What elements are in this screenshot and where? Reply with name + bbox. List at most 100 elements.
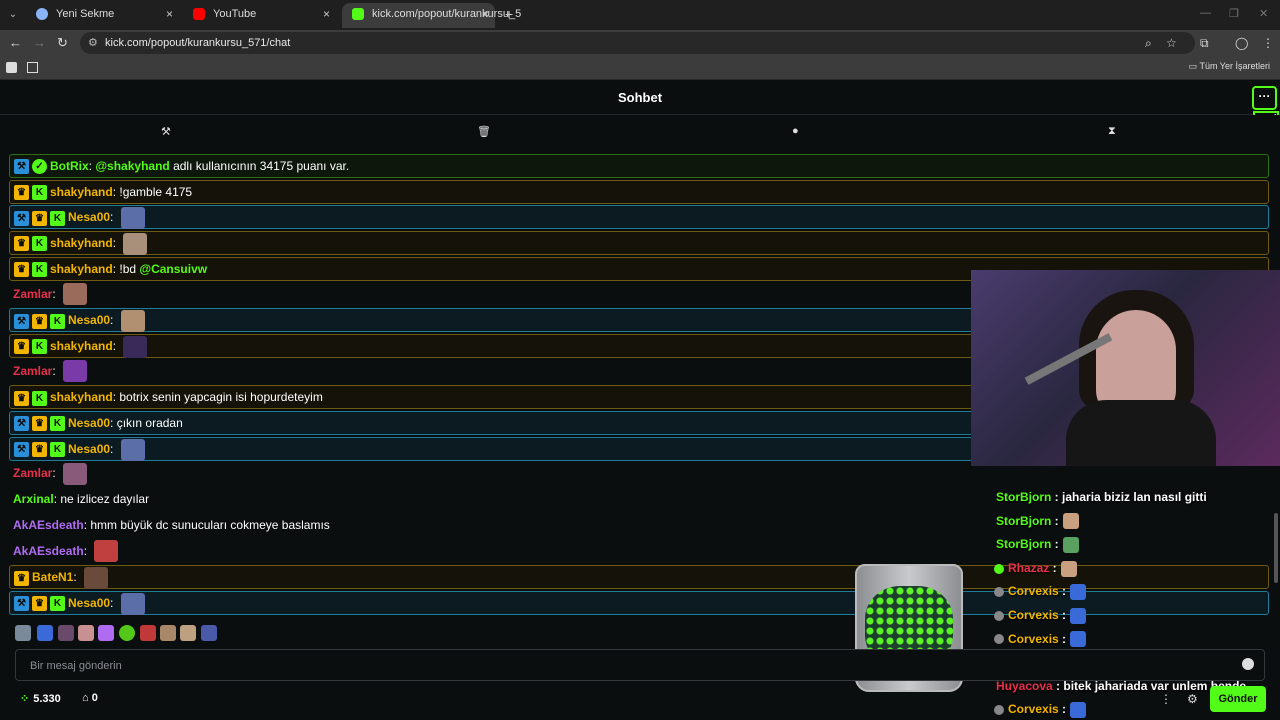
chat-emote[interactable] (120, 592, 145, 615)
chat-mention[interactable]: @shakyhand (95, 159, 169, 173)
chat-emote[interactable] (123, 335, 148, 358)
more-options-button[interactable]: ··· (1252, 86, 1277, 110)
chat-username[interactable]: Arxinal (13, 492, 54, 506)
vip-crown-icon[interactable]: ♛ (32, 442, 47, 458)
minimize-icon[interactable]: — (1200, 7, 1211, 19)
moderator-badge-icon[interactable]: ⚒ (14, 210, 29, 226)
kick-og-badge-icon[interactable]: K (50, 442, 65, 458)
emote-button[interactable] (37, 625, 53, 641)
kick-og-badge-icon[interactable]: K (32, 185, 47, 201)
chat-bubble-icon[interactable]: ● (792, 125, 799, 137)
message-input[interactable] (30, 657, 1220, 675)
moderator-badge-icon[interactable]: ⚒ (14, 596, 29, 612)
vip-crown-icon[interactable]: ♛ (32, 596, 47, 612)
hammer-icon[interactable]: ⚒ (161, 125, 171, 138)
chat-scrollbar[interactable] (1274, 148, 1278, 618)
chat-username[interactable]: Zamlar (13, 287, 52, 301)
emote-button[interactable] (15, 625, 31, 641)
moderator-badge-icon[interactable]: ⚒ (14, 416, 29, 432)
hourglass-icon[interactable]: ⧗ (1108, 125, 1116, 138)
emote-button[interactable] (58, 625, 74, 641)
channel-points[interactable]: ⁘ 5.330 (20, 692, 61, 705)
verified-bot-icon[interactable]: ✓ (32, 159, 47, 175)
apps-grid-icon[interactable] (27, 62, 38, 73)
chat-emote[interactable] (63, 283, 88, 306)
page-icon[interactable] (6, 62, 17, 73)
chat-username[interactable]: Nesa00 (68, 442, 110, 456)
reload-icon[interactable]: ↻ (57, 35, 68, 51)
emote-button[interactable] (160, 625, 176, 641)
moderator-badge-icon[interactable]: ⚒ (14, 313, 29, 329)
vip-crown-icon[interactable]: ♛ (14, 390, 29, 406)
kebab-menu-icon[interactable]: ⋮ (1160, 692, 1172, 706)
kick-og-badge-icon[interactable]: K (50, 210, 65, 226)
chat-username[interactable]: shakyhand (50, 185, 113, 199)
moderator-badge-icon[interactable]: ⚒ (14, 442, 29, 458)
trash-icon[interactable]: 🗑 (477, 125, 491, 138)
kick-og-badge-icon[interactable]: K (50, 416, 65, 432)
store-button[interactable]: ⌂ 0 (82, 692, 98, 704)
chat-username[interactable]: BotRix (50, 159, 89, 173)
vip-crown-icon[interactable]: ♛ (14, 236, 29, 252)
restore-icon[interactable]: ❐ (1229, 7, 1239, 20)
forward-icon[interactable]: → (33, 35, 46, 50)
vip-crown-icon[interactable]: ♛ (14, 570, 29, 586)
chat-emote[interactable] (84, 567, 109, 590)
chat-emote[interactable] (120, 438, 145, 461)
close-icon[interactable]: × (323, 3, 330, 25)
bookmark-star-icon[interactable]: ☆ (1166, 36, 1177, 50)
send-button[interactable]: Gönder (1210, 686, 1266, 712)
chat-username[interactable]: Nesa00 (68, 596, 110, 610)
kick-og-badge-icon[interactable]: K (50, 596, 65, 612)
vip-crown-icon[interactable]: ♛ (32, 313, 47, 329)
emote-button[interactable] (140, 625, 156, 641)
emote-button[interactable] (201, 625, 217, 641)
close-icon[interactable]: × (166, 3, 173, 25)
chat-emote[interactable] (123, 232, 148, 255)
chat-emote[interactable] (120, 207, 145, 230)
zoom-icon[interactable]: ⌕ (1145, 36, 1152, 51)
chat-emote[interactable] (120, 310, 145, 333)
chat-username[interactable]: Zamlar (13, 364, 52, 378)
profile-icon[interactable]: ◯ (1235, 36, 1248, 50)
chat-username[interactable]: AkAEsdeath (13, 544, 84, 558)
chat-mention[interactable]: @Cansuivw (139, 262, 207, 276)
chat-username[interactable]: Nesa00 (68, 210, 110, 224)
kick-og-badge-icon[interactable]: K (32, 339, 47, 355)
chat-emote[interactable] (94, 540, 119, 563)
tab-new-tab[interactable]: Yeni Sekme × (26, 3, 179, 28)
url-bar[interactable]: ⚙ kick.com/popout/kurankursu_571/chat (80, 32, 1195, 54)
vip-crown-icon[interactable]: ♛ (14, 185, 29, 201)
settings-gear-icon[interactable]: ⚙ (1187, 692, 1198, 706)
tab-kick-chat[interactable]: kick.com/popout/kurankursu_5 × (342, 3, 521, 28)
close-icon[interactable]: × (482, 3, 489, 25)
chat-username[interactable]: shakyhand (50, 262, 113, 276)
back-icon[interactable]: ← (9, 35, 22, 50)
emoji-picker-icon[interactable] (1242, 658, 1254, 670)
new-tab-button[interactable]: + (505, 6, 513, 22)
emote-button[interactable] (98, 625, 114, 641)
kick-og-badge-icon[interactable]: K (50, 313, 65, 329)
chat-username[interactable]: Zamlar (13, 466, 52, 480)
chat-username[interactable]: shakyhand (50, 339, 113, 353)
chat-username[interactable]: shakyhand (50, 236, 113, 250)
tab-search-button[interactable]: ⌄ (4, 6, 22, 24)
chat-username[interactable]: Nesa00 (68, 416, 110, 430)
chat-username[interactable]: BateN1 (32, 570, 73, 584)
vip-crown-icon[interactable]: ♛ (14, 262, 29, 278)
site-info-icon[interactable]: ⚙ (88, 32, 98, 54)
kick-og-badge-icon[interactable]: K (32, 262, 47, 278)
chat-username[interactable]: shakyhand (50, 390, 113, 404)
emote-button[interactable] (180, 625, 196, 641)
extensions-icon[interactable]: ⧉ (1200, 36, 1209, 51)
scrollbar-thumb[interactable] (1274, 513, 1278, 583)
vip-crown-icon[interactable]: ♛ (14, 339, 29, 355)
chat-emote[interactable] (63, 463, 88, 486)
all-bookmarks-button[interactable]: ▭ Tüm Yer İşaretleri (1189, 61, 1270, 72)
vip-crown-icon[interactable]: ♛ (32, 416, 47, 432)
kick-og-badge-icon[interactable]: K (32, 236, 47, 252)
moderator-badge-icon[interactable]: ⚒ (14, 159, 29, 175)
tab-youtube[interactable]: YouTube × (183, 3, 336, 28)
window-close-icon[interactable]: ✕ (1259, 7, 1268, 20)
chat-emote[interactable] (63, 360, 88, 383)
